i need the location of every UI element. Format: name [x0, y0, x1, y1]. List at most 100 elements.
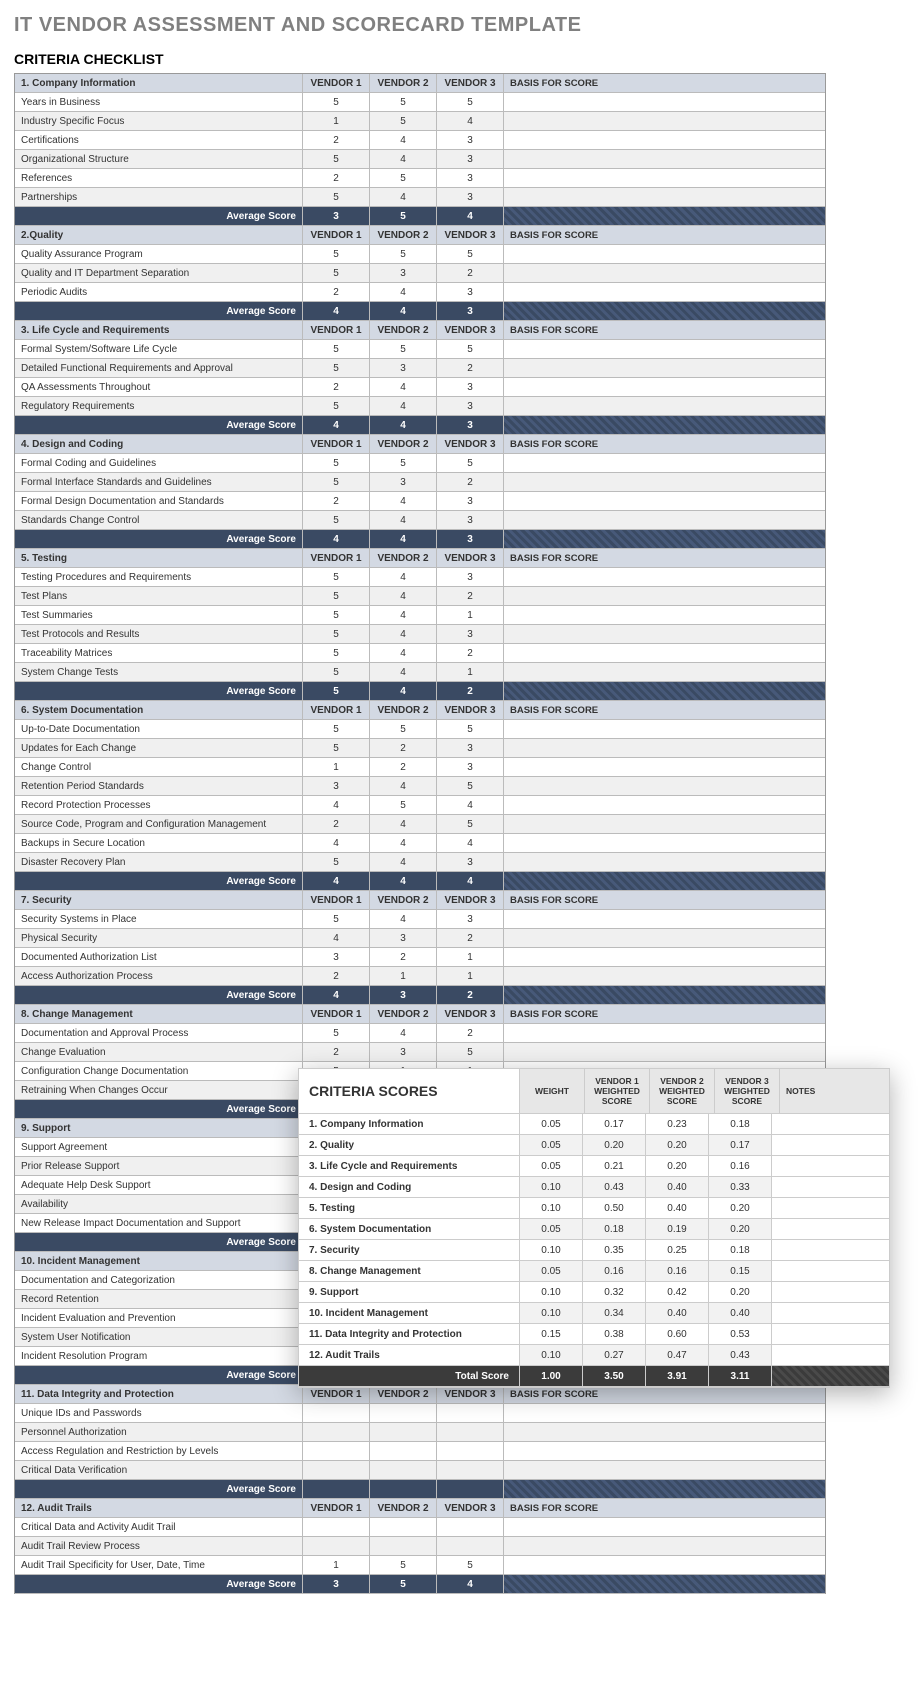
basis-cell[interactable] [504, 663, 825, 681]
score-v1[interactable]: 5 [303, 625, 370, 643]
score-v2[interactable]: 5 [370, 112, 437, 130]
score-v3[interactable]: 5 [437, 454, 504, 472]
score-v1[interactable]: 2 [303, 1043, 370, 1061]
score-v2[interactable]: 3 [370, 1043, 437, 1061]
score-v2[interactable]: 2 [370, 758, 437, 776]
score-v1[interactable]: 1 [303, 112, 370, 130]
score-v2[interactable]: 5 [370, 454, 437, 472]
score-v1[interactable]: 4 [303, 929, 370, 947]
score-v2[interactable]: 3 [370, 929, 437, 947]
score-v1[interactable]: 5 [303, 340, 370, 358]
score-v2[interactable]: 5 [370, 796, 437, 814]
score-v1[interactable]: 5 [303, 853, 370, 871]
score-v1[interactable] [303, 1537, 370, 1555]
score-v1[interactable] [303, 1442, 370, 1460]
score-v3[interactable] [437, 1442, 504, 1460]
score-v1[interactable]: 5 [303, 720, 370, 738]
score-v3[interactable]: 2 [437, 929, 504, 947]
score-v3[interactable] [437, 1537, 504, 1555]
score-v1[interactable]: 5 [303, 910, 370, 928]
score-v2[interactable]: 2 [370, 739, 437, 757]
basis-cell[interactable] [504, 93, 825, 111]
basis-cell[interactable] [504, 739, 825, 757]
score-v3[interactable]: 3 [437, 739, 504, 757]
basis-cell[interactable] [504, 625, 825, 643]
score-v1[interactable]: 5 [303, 644, 370, 662]
score-v2[interactable]: 5 [370, 340, 437, 358]
score-v3[interactable]: 3 [437, 568, 504, 586]
basis-cell[interactable] [504, 131, 825, 149]
score-v2[interactable]: 4 [370, 777, 437, 795]
score-v2[interactable]: 4 [370, 1024, 437, 1042]
score-v1[interactable]: 5 [303, 359, 370, 377]
score-v1[interactable]: 5 [303, 663, 370, 681]
score-v1[interactable]: 5 [303, 739, 370, 757]
score-v2[interactable]: 5 [370, 720, 437, 738]
score-v3[interactable]: 3 [437, 397, 504, 415]
score-v3[interactable]: 2 [437, 587, 504, 605]
score-v1[interactable]: 2 [303, 283, 370, 301]
basis-cell[interactable] [504, 1537, 825, 1555]
score-v2[interactable]: 4 [370, 663, 437, 681]
score-v2[interactable]: 1 [370, 967, 437, 985]
basis-cell[interactable] [504, 188, 825, 206]
notes-cell[interactable] [771, 1282, 889, 1302]
score-v2[interactable]: 3 [370, 473, 437, 491]
score-v3[interactable]: 2 [437, 359, 504, 377]
basis-cell[interactable] [504, 378, 825, 396]
basis-cell[interactable] [504, 1518, 825, 1536]
score-v1[interactable]: 5 [303, 568, 370, 586]
score-v1[interactable]: 5 [303, 150, 370, 168]
basis-cell[interactable] [504, 834, 825, 852]
score-v2[interactable]: 4 [370, 625, 437, 643]
basis-cell[interactable] [504, 1423, 825, 1441]
score-v2[interactable]: 2 [370, 948, 437, 966]
score-v2[interactable]: 4 [370, 606, 437, 624]
score-v3[interactable]: 3 [437, 853, 504, 871]
score-v3[interactable]: 3 [437, 131, 504, 149]
score-v2[interactable]: 5 [370, 93, 437, 111]
basis-cell[interactable] [504, 1404, 825, 1422]
score-v2[interactable] [370, 1423, 437, 1441]
score-v1[interactable]: 5 [303, 93, 370, 111]
notes-cell[interactable] [771, 1345, 889, 1365]
score-v1[interactable]: 5 [303, 473, 370, 491]
score-v1[interactable] [303, 1423, 370, 1441]
basis-cell[interactable] [504, 340, 825, 358]
basis-cell[interactable] [504, 264, 825, 282]
score-v3[interactable]: 4 [437, 112, 504, 130]
notes-cell[interactable] [771, 1219, 889, 1239]
score-v3[interactable]: 5 [437, 815, 504, 833]
score-v3[interactable]: 2 [437, 473, 504, 491]
notes-cell[interactable] [771, 1177, 889, 1197]
score-v1[interactable]: 4 [303, 796, 370, 814]
basis-cell[interactable] [504, 1024, 825, 1042]
notes-cell[interactable] [771, 1324, 889, 1344]
score-v3[interactable]: 3 [437, 511, 504, 529]
score-v1[interactable]: 4 [303, 834, 370, 852]
basis-cell[interactable] [504, 112, 825, 130]
score-v2[interactable] [370, 1404, 437, 1422]
score-v3[interactable]: 3 [437, 492, 504, 510]
basis-cell[interactable] [504, 777, 825, 795]
score-v1[interactable] [303, 1518, 370, 1536]
basis-cell[interactable] [504, 967, 825, 985]
basis-cell[interactable] [504, 1043, 825, 1061]
score-v1[interactable] [303, 1404, 370, 1422]
score-v2[interactable]: 4 [370, 587, 437, 605]
notes-cell[interactable] [771, 1114, 889, 1134]
score-v3[interactable]: 3 [437, 910, 504, 928]
score-v1[interactable]: 2 [303, 378, 370, 396]
basis-cell[interactable] [504, 644, 825, 662]
score-v2[interactable] [370, 1442, 437, 1460]
score-v3[interactable]: 2 [437, 1024, 504, 1042]
basis-cell[interactable] [504, 169, 825, 187]
basis-cell[interactable] [504, 568, 825, 586]
score-v3[interactable]: 5 [437, 777, 504, 795]
score-v3[interactable]: 3 [437, 378, 504, 396]
score-v2[interactable]: 5 [370, 245, 437, 263]
basis-cell[interactable] [504, 758, 825, 776]
score-v3[interactable]: 5 [437, 1556, 504, 1574]
score-v1[interactable]: 1 [303, 758, 370, 776]
notes-cell[interactable] [771, 1303, 889, 1323]
